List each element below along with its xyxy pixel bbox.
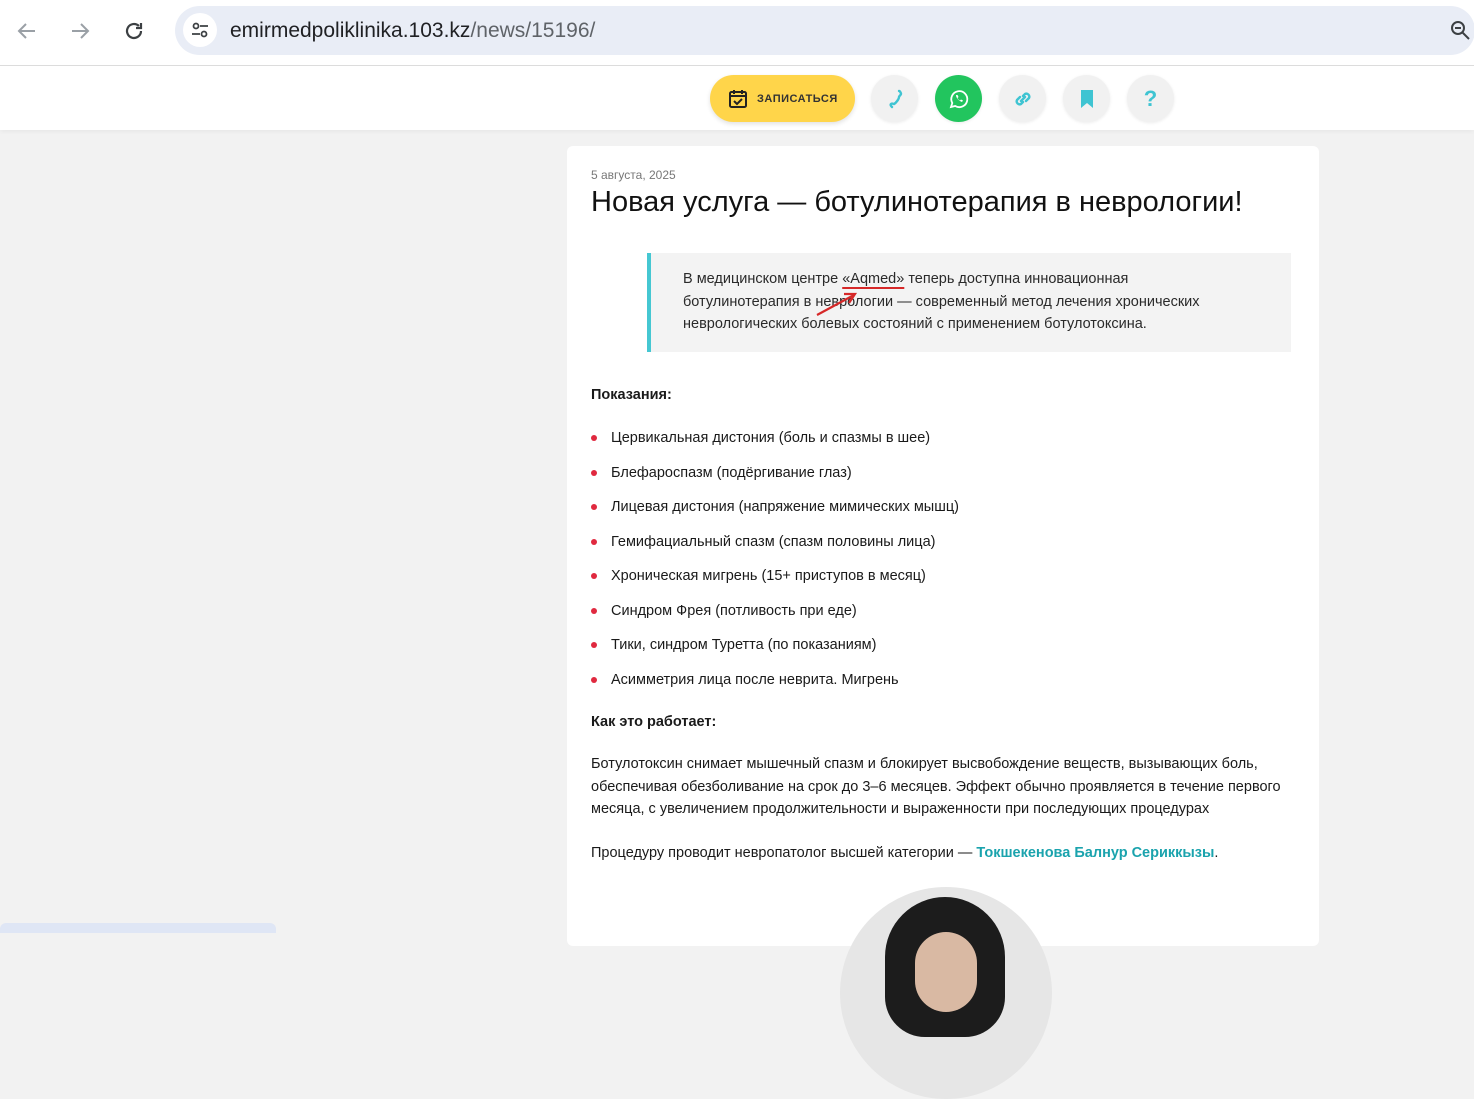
help-button[interactable]: ? (1127, 75, 1174, 122)
list-item: Блефароспазм (подёргивание глаз) (591, 455, 959, 490)
list-item: Тики, синдром Туретта (по показаниям) (591, 627, 959, 662)
doctor-intro: Процедуру проводит невропатолог высшей к… (591, 845, 977, 861)
status-bar-edge (0, 923, 276, 933)
list-item: Синдром Фрея (потливость при еде) (591, 593, 959, 628)
bookmark-button[interactable] (1063, 75, 1110, 122)
calendar-icon (729, 89, 747, 108)
book-button-label: ЗАПИСАТЬСЯ (757, 92, 838, 105)
phone-icon (888, 89, 902, 108)
article-title: Новая услуга — ботулинотерапия в невроло… (591, 186, 1243, 218)
site-settings-icon (192, 22, 208, 38)
doctor-paragraph: Процедуру проводит невропатолог высшей к… (591, 842, 1218, 864)
list-item: Хроническая мигрень (15+ приступов в мес… (591, 558, 959, 593)
book-appointment-button[interactable]: ЗАПИСАТЬСЯ (710, 75, 855, 122)
annotation-arrow-icon (816, 292, 858, 316)
how-it-works-heading: Как это работает: (591, 714, 717, 730)
back-arrow-icon (17, 23, 35, 39)
site-info-button[interactable] (183, 13, 217, 47)
doctor-photo (840, 887, 1052, 1099)
list-item: Асимметрия лица после неврита. Мигрень (591, 662, 959, 697)
doctor-link[interactable]: Токшекенова Балнур Сериккызы (976, 845, 1214, 861)
zoom-icon (1451, 21, 1470, 40)
whatsapp-icon (949, 89, 968, 108)
intro-quote: В медицинском центре «Aqmed» теперь дост… (647, 253, 1291, 352)
doctor-end: . (1214, 845, 1219, 861)
intro-quote-text: В медицинском центре «Aqmed» теперь дост… (683, 268, 1243, 336)
forward-button[interactable] (63, 14, 97, 48)
address-bar[interactable]: emirmedpoliklinika.103.kz/news/15196/ (175, 6, 1474, 55)
list-item: Лицевая дистония (напряжение мимических … (591, 489, 959, 524)
how-it-works-text: Ботулотоксин снимает мышечный спазм и бл… (591, 756, 1281, 817)
list-item: Гемифациальный спазм (спазм половины лиц… (591, 524, 959, 559)
help-icon: ? (1143, 85, 1158, 111)
quote-before: В медицинском центре (683, 271, 843, 287)
forward-arrow-icon (72, 23, 90, 39)
zoom-button[interactable] (1449, 19, 1471, 46)
indications-list: Цервикальная дистония (боль и спазмы в ш… (591, 420, 959, 696)
quote-brand: «Aqmed» (842, 271, 905, 287)
url-path: /news/15196/ (470, 19, 596, 42)
copy-link-button[interactable] (999, 75, 1046, 122)
back-button[interactable] (10, 14, 44, 48)
bookmark-icon (1080, 89, 1093, 108)
site-header: ЗАПИСАТЬСЯ ? (0, 66, 1474, 130)
indications-heading: Показания: (591, 387, 672, 403)
article-date: 5 августа, 2025 (591, 168, 676, 182)
link-icon (1015, 92, 1030, 105)
url-text[interactable]: emirmedpoliklinika.103.kz/news/15196/ (230, 19, 595, 43)
phone-button[interactable] (871, 75, 918, 122)
reload-icon (125, 22, 143, 40)
reload-button[interactable] (117, 14, 151, 48)
browser-toolbar: emirmedpoliklinika.103.kz/news/15196/ (0, 0, 1474, 66)
list-item: Цервикальная дистония (боль и спазмы в ш… (591, 420, 959, 455)
url-domain: emirmedpoliklinika.103.kz (230, 19, 471, 42)
article-card: 5 августа, 2025 Новая услуга — ботулинот… (567, 146, 1319, 1099)
whatsapp-button[interactable] (935, 75, 982, 122)
